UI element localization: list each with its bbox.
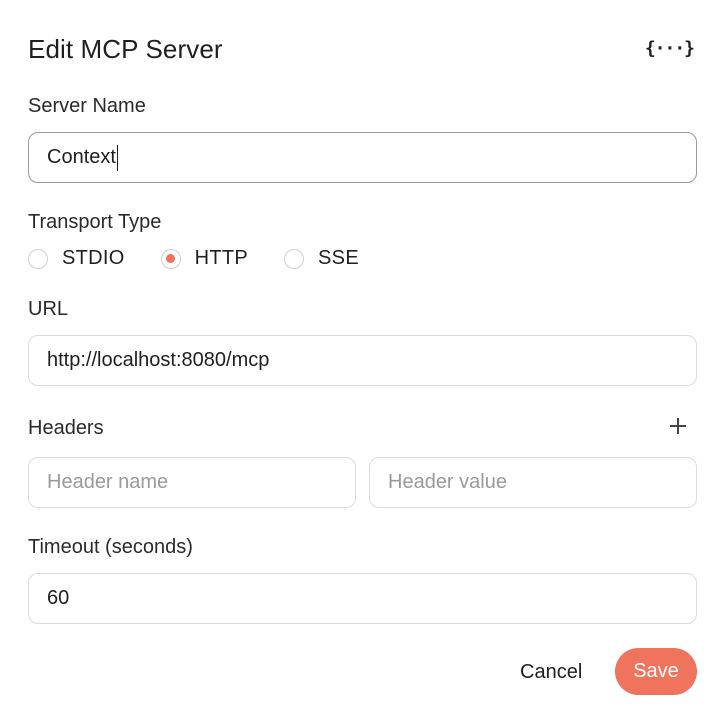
- header-value-input[interactable]: [388, 471, 678, 494]
- url-label: URL: [28, 298, 69, 320]
- header-name-field[interactable]: [28, 457, 356, 508]
- radio-selected-dot: [166, 254, 176, 263]
- radio-option-http[interactable]: HTTP: [160, 247, 249, 270]
- header-name-input[interactable]: [47, 471, 337, 494]
- add-header-plus-icon[interactable]: [668, 416, 688, 436]
- headers-label: Headers: [28, 417, 104, 439]
- timeout-input[interactable]: [47, 587, 678, 610]
- cancel-button[interactable]: Cancel: [508, 650, 594, 694]
- radio-option-sse[interactable]: SSE: [284, 247, 359, 270]
- edit-mcp-server-dialog: Edit MCP Server {···} Server Name Contex…: [0, 0, 728, 713]
- transport-type-radio-group: STDIO HTTP SSE: [28, 247, 395, 270]
- url-input[interactable]: [47, 349, 678, 372]
- header-value-field[interactable]: [369, 457, 697, 508]
- dialog-title: Edit MCP Server: [28, 34, 223, 64]
- radio-label-stdio: STDIO: [62, 247, 125, 269]
- timeout-label: Timeout (seconds): [28, 536, 193, 558]
- transport-type-label: Transport Type: [28, 211, 162, 233]
- radio-label-http: HTTP: [194, 247, 249, 269]
- radio-button-stdio[interactable]: [28, 248, 48, 269]
- radio-label-sse: SSE: [318, 247, 359, 269]
- radio-option-stdio[interactable]: STDIO: [28, 247, 125, 270]
- save-button[interactable]: Save: [615, 648, 697, 695]
- radio-button-sse[interactable]: [284, 248, 305, 269]
- timeout-field[interactable]: [28, 573, 697, 624]
- json-view-icon[interactable]: {···}: [645, 38, 695, 59]
- radio-button-http[interactable]: [160, 248, 181, 269]
- server-name-field[interactable]: Context: [28, 132, 697, 183]
- server-name-label: Server Name: [28, 95, 146, 117]
- url-field[interactable]: [28, 335, 697, 386]
- text-caret: [116, 144, 119, 171]
- server-name-value: Context: [47, 146, 116, 168]
